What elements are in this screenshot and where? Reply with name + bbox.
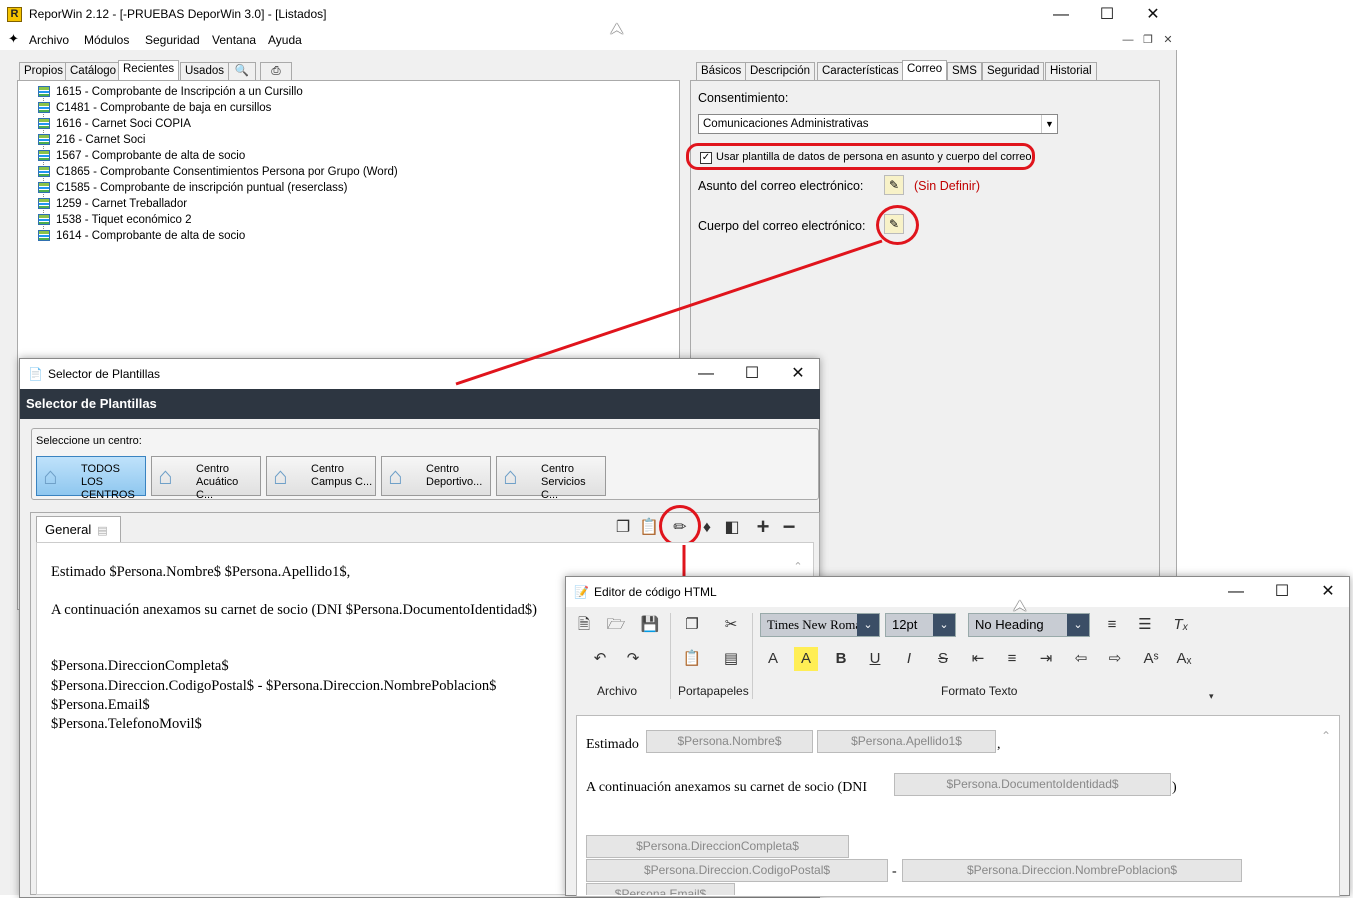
editor-greeting: Estimado: [586, 737, 639, 752]
minimize-button[interactable]: —: [1213, 577, 1259, 607]
tag-persona-codigo-postal[interactable]: $Persona.Direccion.CodigoPostal$: [586, 859, 888, 882]
cut-icon[interactable]: ✂: [719, 613, 743, 637]
italic-icon[interactable]: I: [897, 647, 921, 671]
maximize-button[interactable]: ☐: [1259, 577, 1305, 607]
editor-comma: ,: [997, 737, 1001, 752]
highlight-color-icon[interactable]: A: [794, 647, 818, 671]
strikethrough-icon[interactable]: S: [931, 647, 955, 671]
heading-select[interactable]: No Heading ⌄: [968, 613, 1090, 637]
editor-title-bar: 📝 Editor de código HTML — ☐ ✕: [566, 577, 1349, 607]
group-label-archivo: Archivo: [597, 684, 638, 698]
group-label-formato-texto: Formato Texto: [941, 684, 1018, 698]
chevron-down-icon: ⌄: [857, 614, 879, 636]
ribbon-expand-icon[interactable]: ▾: [1209, 691, 1214, 702]
font-name-value: Times New Roman: [767, 617, 868, 632]
unordered-list-icon[interactable]: ☰: [1133, 613, 1157, 637]
align-right-icon[interactable]: ⇥: [1034, 647, 1058, 671]
paste-icon[interactable]: 📋: [680, 647, 704, 671]
align-left-icon[interactable]: ⇤: [966, 647, 990, 671]
tag-persona-dni[interactable]: $Persona.DocumentoIdentidad$: [894, 773, 1171, 796]
editor-dash: -: [892, 864, 897, 879]
scroll-up-icon[interactable]: ⌃: [1321, 729, 1331, 743]
new-file-icon[interactable]: 🗎: [572, 613, 596, 637]
undo-icon[interactable]: ↶: [588, 647, 612, 671]
ribbon-separator: [670, 613, 671, 699]
editor-window-title: Editor de código HTML: [594, 585, 717, 599]
font-color-icon[interactable]: A: [761, 647, 785, 671]
tag-persona-direccion[interactable]: $Persona.DireccionCompleta$: [586, 835, 849, 858]
font-name-select[interactable]: Times New Roman ⌄: [760, 613, 880, 637]
tag-persona-email[interactable]: $Persona.Email$: [586, 883, 735, 895]
align-center-icon[interactable]: ≡: [1000, 647, 1024, 671]
paste-word-icon[interactable]: ▤: [719, 647, 743, 671]
chevron-down-icon: ⌄: [1067, 614, 1089, 636]
edit-document-icon: 📝: [574, 585, 589, 599]
ordered-list-icon[interactable]: ≡: [1100, 613, 1124, 637]
outdent-icon[interactable]: ⇦: [1069, 647, 1093, 671]
mouse-cursor-icon: ⮝: [1013, 598, 1027, 615]
ribbon-separator: [752, 613, 753, 699]
indent-icon[interactable]: ⇨: [1103, 647, 1127, 671]
save-icon[interactable]: 💾: [638, 613, 662, 637]
underline-icon[interactable]: U: [863, 647, 887, 671]
tag-persona-poblacion[interactable]: $Persona.Direccion.NombrePoblacion$: [902, 859, 1242, 882]
subscript-icon[interactable]: Aₓ: [1172, 647, 1196, 671]
clear-format-icon[interactable]: Tₓ: [1169, 613, 1193, 637]
editor-close-paren: ): [1172, 780, 1177, 795]
editor-annex-text: A continuación anexamos su carnet de soc…: [586, 780, 868, 795]
font-size-select[interactable]: 12pt ⌄: [885, 613, 956, 637]
tag-persona-apellido[interactable]: $Persona.Apellido1$: [817, 730, 996, 753]
bold-icon[interactable]: B: [829, 647, 853, 671]
annotation-arrow: [455, 239, 883, 386]
superscript-icon[interactable]: Aˢ: [1139, 647, 1163, 671]
redo-icon[interactable]: ↷: [621, 647, 645, 671]
tag-persona-nombre[interactable]: $Persona.Nombre$: [646, 730, 813, 753]
copy-icon[interactable]: ❐: [680, 613, 704, 637]
close-button[interactable]: ✕: [1305, 577, 1351, 607]
font-size-value: 12pt: [892, 617, 918, 632]
mouse-cursor-icon: ⮝: [610, 21, 624, 38]
open-folder-icon[interactable]: 🗁: [604, 613, 628, 637]
group-label-portapapeles: Portapapeles: [678, 684, 749, 698]
chevron-down-icon: ⌄: [933, 614, 955, 636]
heading-value: No Heading: [975, 617, 1044, 632]
